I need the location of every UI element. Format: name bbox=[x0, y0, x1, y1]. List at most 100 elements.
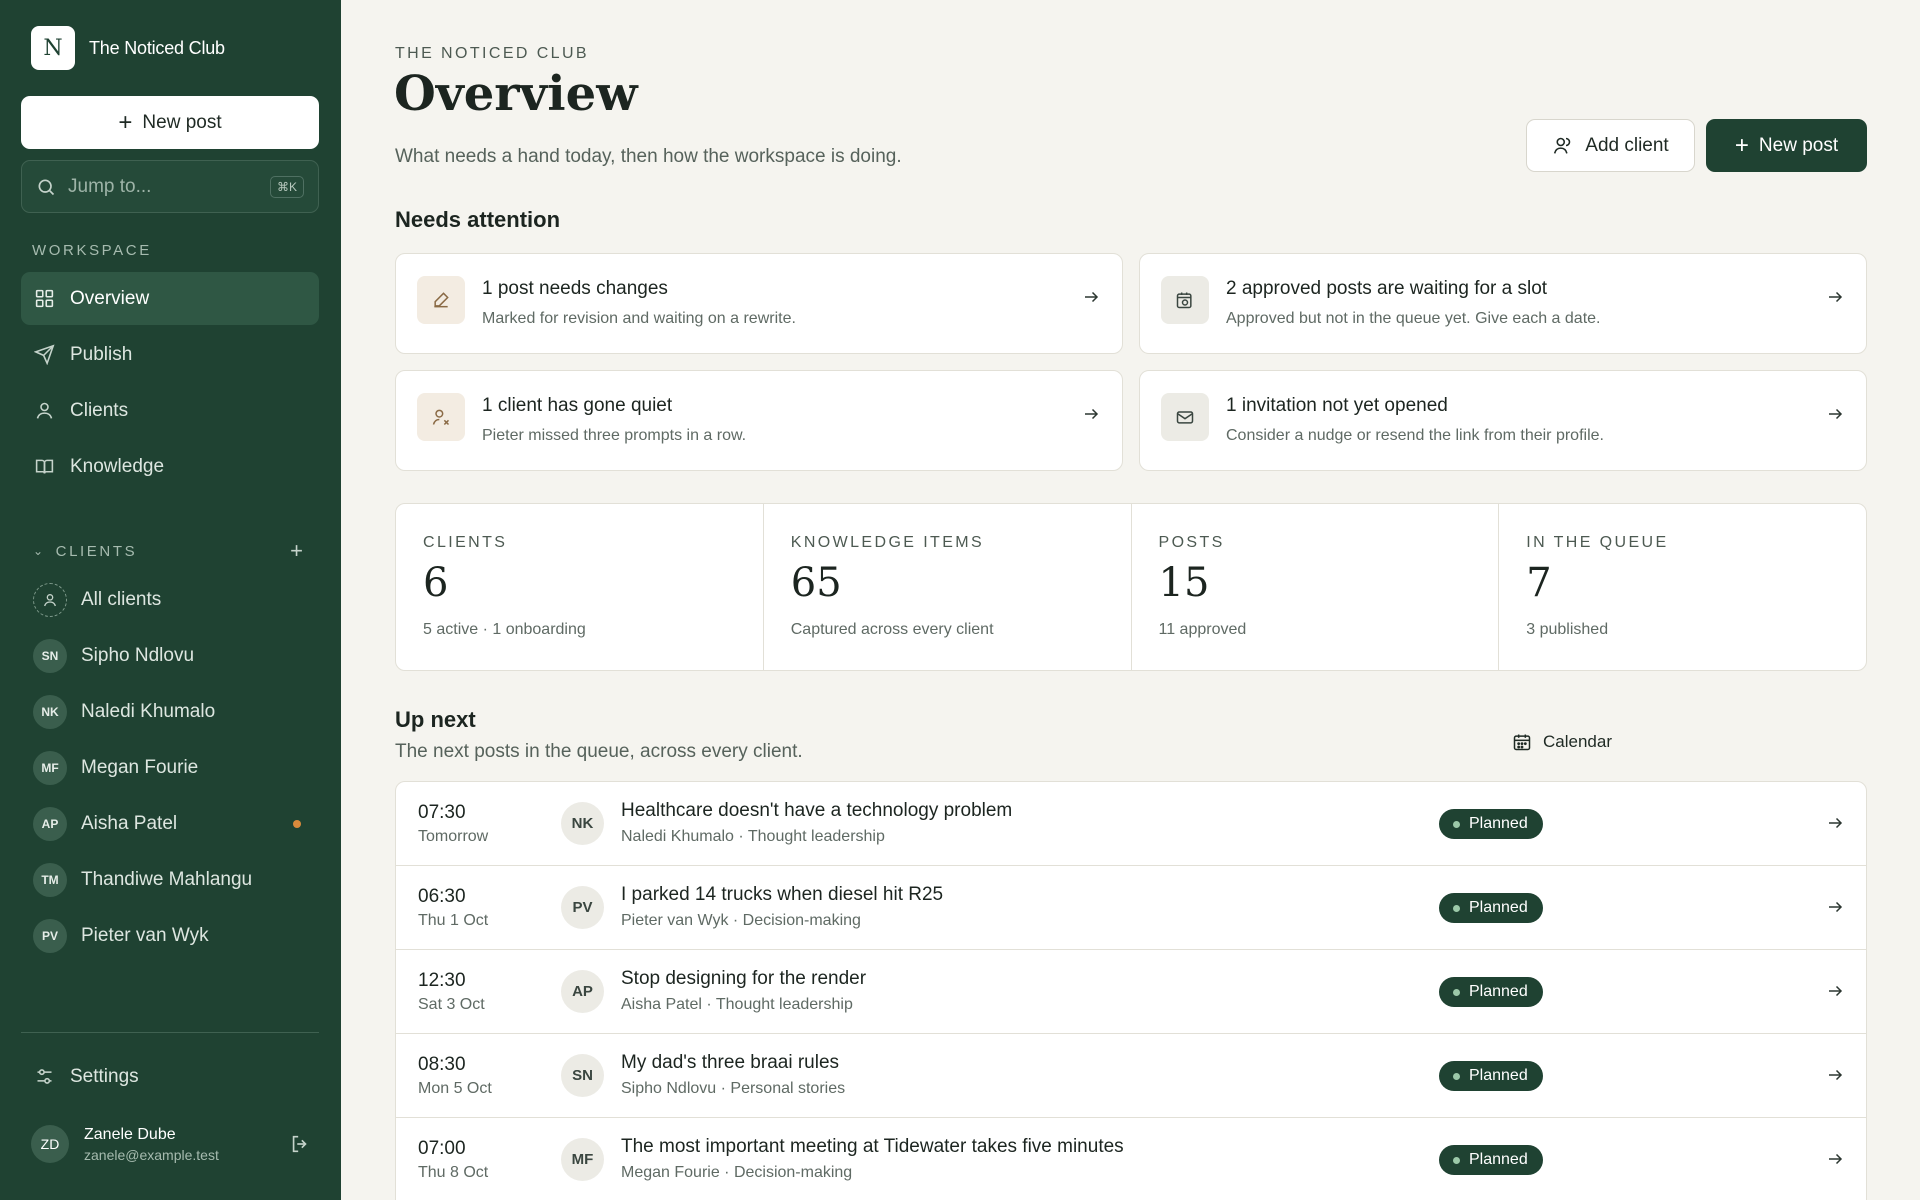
up-next-heading: Up next bbox=[395, 707, 476, 732]
queue-row[interactable]: 07:30 Tomorrow NK Healthcare doesn't hav… bbox=[396, 782, 1866, 866]
nav-publish[interactable]: Publish bbox=[21, 328, 319, 381]
client-megan-fourie[interactable]: MF Megan Fourie bbox=[33, 748, 317, 788]
clients-section-header[interactable]: ⌄ CLIENTS + bbox=[33, 538, 303, 564]
send-icon bbox=[34, 344, 55, 365]
queue-row[interactable]: 06:30 Thu 1 Oct PV I parked 14 trucks wh… bbox=[396, 866, 1866, 950]
stat-sub: 11 approved bbox=[1158, 621, 1247, 638]
nav-settings-label: Settings bbox=[70, 1065, 139, 1087]
queue-day: Tomorrow bbox=[418, 828, 489, 845]
current-user: ZD Zanele Dube zanele@example.test bbox=[31, 1125, 311, 1163]
avatar: AP bbox=[561, 970, 604, 1013]
user-icon bbox=[1554, 137, 1571, 154]
attention-card-client-quiet[interactable]: 1 client has gone quiet Pieter missed th… bbox=[395, 370, 1123, 471]
sliders-icon bbox=[37, 1069, 52, 1084]
up-next-subtitle: The next posts in the queue, across ever… bbox=[395, 741, 803, 762]
brand-name: The Noticed Club bbox=[89, 37, 225, 58]
arrow-right-icon[interactable] bbox=[1826, 898, 1844, 916]
page-eyebrow: THE NOTICED CLUB bbox=[395, 45, 589, 62]
attention-desc: Marked for revision and waiting on a rew… bbox=[482, 310, 796, 327]
arrow-right-icon[interactable] bbox=[1826, 1150, 1844, 1168]
queue-time: 08:30 bbox=[418, 1054, 466, 1075]
nav-clients-label: Clients bbox=[70, 399, 129, 421]
sidebar: N The Noticed Club + New post Jump to...… bbox=[0, 0, 341, 1200]
nav-overview-label: Overview bbox=[70, 287, 150, 309]
queue-meta: Pieter van Wyk · Decision-making bbox=[621, 912, 861, 929]
status-dot bbox=[1453, 1156, 1460, 1164]
queue-time: 06:30 bbox=[418, 886, 466, 907]
avatar: TM bbox=[33, 863, 67, 897]
client-thandiwe-mahlangu[interactable]: TM Thandiwe Mahlangu bbox=[33, 860, 317, 900]
user-x-icon bbox=[417, 393, 465, 441]
status-badge: Planned bbox=[1439, 1061, 1543, 1091]
queue-title: My dad's three braai rules bbox=[621, 1052, 840, 1073]
new-post-label: New post bbox=[1758, 134, 1839, 156]
queue-meta: Aisha Patel · Thought leadership bbox=[621, 996, 853, 1013]
nav-publish-label: Publish bbox=[70, 343, 133, 365]
arrow-right-icon[interactable] bbox=[1826, 814, 1844, 832]
stats-panel: CLIENTS 6 5 active · 1 onboarding KNOWLE… bbox=[395, 503, 1867, 671]
status-badge: Planned bbox=[1439, 893, 1543, 923]
nav-knowledge-label: Knowledge bbox=[70, 455, 165, 477]
queue-title: Stop designing for the render bbox=[621, 968, 867, 989]
avatar: ZD bbox=[31, 1125, 69, 1163]
stat-value: 15 bbox=[1158, 560, 1210, 606]
new-post-button[interactable]: + New post bbox=[1706, 119, 1867, 172]
status-badge: Planned bbox=[1439, 977, 1543, 1007]
stat-value: 7 bbox=[1526, 560, 1552, 606]
queue-list: 07:30 Tomorrow NK Healthcare doesn't hav… bbox=[395, 781, 1867, 1200]
client-aisha-patel[interactable]: AP Aisha Patel bbox=[33, 804, 317, 844]
queue-title: Healthcare doesn't have a technology pro… bbox=[621, 800, 1013, 821]
add-client-button[interactable]: Add client bbox=[1526, 119, 1695, 172]
nav-knowledge[interactable]: Knowledge bbox=[21, 440, 319, 493]
client-pieter-van-wyk[interactable]: PV Pieter van Wyk bbox=[33, 916, 317, 956]
attention-dot bbox=[293, 820, 301, 828]
status-dot bbox=[1453, 820, 1460, 828]
main-content: THE NOTICED CLUB Overview What needs a h… bbox=[341, 0, 1920, 1200]
plus-icon: + bbox=[118, 108, 133, 136]
queue-meta: Megan Fourie · Decision-making bbox=[621, 1164, 853, 1181]
avatar: PV bbox=[561, 886, 604, 929]
users-icon bbox=[33, 583, 67, 617]
attention-card-post-changes[interactable]: 1 post needs changes Marked for revision… bbox=[395, 253, 1123, 354]
client-name: Pieter van Wyk bbox=[81, 925, 209, 946]
arrow-right-icon[interactable] bbox=[1826, 1066, 1844, 1084]
logout-icon[interactable] bbox=[289, 1133, 311, 1155]
arrow-right-icon[interactable] bbox=[1826, 982, 1844, 1000]
stat-label: CLIENTS bbox=[423, 534, 508, 551]
attention-desc: Consider a nudge or resend the link from… bbox=[1226, 427, 1604, 444]
attention-card-invitation[interactable]: 1 invitation not yet opened Consider a n… bbox=[1139, 370, 1867, 471]
sidebar-new-post-label: New post bbox=[142, 111, 222, 133]
jump-to-search[interactable]: Jump to... ⌘K bbox=[21, 160, 319, 213]
attention-title: 1 post needs changes bbox=[482, 278, 668, 299]
nav-overview[interactable]: Overview bbox=[21, 272, 319, 325]
status-dot bbox=[1453, 988, 1460, 996]
stat-knowledge-items: KNOWLEDGE ITEMS 65 Captured across every… bbox=[764, 504, 1132, 670]
client-naledi-khumalo[interactable]: NK Naledi Khumalo bbox=[33, 692, 317, 732]
calendar-button[interactable]: Calendar bbox=[1512, 732, 1612, 752]
client-sipho-ndlovu[interactable]: SN Sipho Ndlovu bbox=[33, 636, 317, 676]
avatar: NK bbox=[33, 695, 67, 729]
arrow-right-icon bbox=[1829, 291, 1843, 303]
user-icon bbox=[36, 402, 53, 419]
nav-clients[interactable]: Clients bbox=[21, 384, 319, 437]
queue-row[interactable]: 12:30 Sat 3 Oct AP Stop designing for th… bbox=[396, 950, 1866, 1034]
nav-settings[interactable]: Settings bbox=[21, 1050, 319, 1103]
add-client-plus-icon[interactable]: + bbox=[290, 538, 303, 564]
attention-desc: Approved but not in the queue yet. Give … bbox=[1226, 310, 1601, 327]
plus-icon: + bbox=[1734, 131, 1749, 159]
client-all-clients[interactable]: All clients bbox=[33, 580, 317, 620]
pencil-icon bbox=[417, 276, 465, 324]
status-label: Planned bbox=[1469, 815, 1528, 832]
queue-row[interactable]: 07:00 Thu 8 Oct MF The most important me… bbox=[396, 1118, 1866, 1200]
stat-value: 65 bbox=[790, 560, 842, 606]
grid-icon bbox=[35, 289, 54, 308]
stat-label: IN THE QUEUE bbox=[1526, 534, 1669, 551]
brand[interactable]: N The Noticed Club bbox=[31, 26, 225, 70]
queue-time: 12:30 bbox=[418, 970, 466, 991]
queue-time: 07:00 bbox=[418, 1138, 466, 1159]
avatar: SN bbox=[33, 639, 67, 673]
avatar: SN bbox=[561, 1054, 604, 1097]
attention-card-approved-waiting[interactable]: 2 approved posts are waiting for a slot … bbox=[1139, 253, 1867, 354]
sidebar-new-post-button[interactable]: + New post bbox=[21, 96, 319, 149]
queue-row[interactable]: 08:30 Mon 5 Oct SN My dad's three braai … bbox=[396, 1034, 1866, 1118]
